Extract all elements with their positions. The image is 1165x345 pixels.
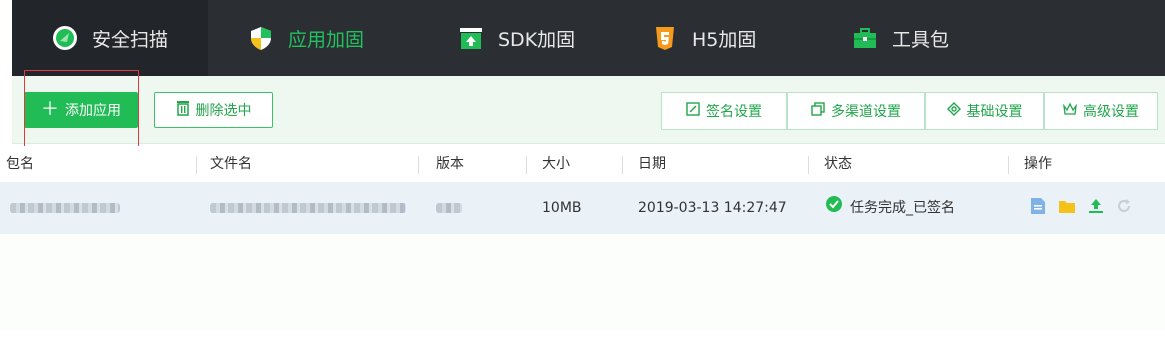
column-header-size[interactable]: 大小 <box>542 146 570 182</box>
tab-sdk-hardening[interactable]: SDK加固 <box>458 0 618 76</box>
table-header: 包名 文件名 版本 大小 日期 状态 操作 <box>0 146 1165 182</box>
date-cell: 2019-03-13 14:27:47 <box>638 200 787 216</box>
tab-security-scan[interactable]: 安全扫描 <box>12 0 208 76</box>
check-circle-icon <box>826 182 842 234</box>
toolbox-icon <box>852 25 878 51</box>
column-header-status[interactable]: 状态 <box>824 146 852 182</box>
crown-icon <box>1063 102 1077 120</box>
column-header-actions: 操作 <box>1024 156 1052 172</box>
tab-toolkit[interactable]: 工具包 <box>852 0 1012 76</box>
tab-label: 工具包 <box>892 28 950 51</box>
tab-label: SDK加固 <box>498 28 576 51</box>
scan-shield-icon <box>52 25 78 51</box>
top-tab-bar: 安全扫描 应用加固 SDK加固 H5加固 工具包 <box>12 0 1165 76</box>
row-actions <box>1030 182 1132 234</box>
table-row[interactable]: 10MB 2019-03-13 14:27:47 任务完成_已签名 <box>0 182 1165 234</box>
column-header-package[interactable]: 包名 <box>6 146 34 182</box>
size-cell: 10MB <box>542 200 582 216</box>
copy-icon <box>811 102 825 120</box>
basic-settings-button[interactable]: 基础设置 <box>925 92 1044 130</box>
add-app-button[interactable]: ＋ 添加应用 <box>24 92 138 128</box>
multichannel-settings-button[interactable]: 多渠道设置 <box>787 92 925 130</box>
multichannel-settings-label: 多渠道设置 <box>831 104 901 120</box>
table-empty-area <box>0 234 1165 330</box>
tab-app-hardening[interactable]: 应用加固 <box>248 0 418 76</box>
plus-icon: ＋ <box>41 99 59 120</box>
tab-label: 安全扫描 <box>92 28 169 51</box>
settings-gem-icon <box>946 102 961 120</box>
refresh-icon[interactable] <box>1116 198 1132 218</box>
column-header-date[interactable]: 日期 <box>638 146 666 182</box>
column-divider <box>808 156 809 174</box>
column-divider <box>1008 156 1009 174</box>
upload-icon[interactable] <box>1088 198 1104 218</box>
delete-selected-button[interactable]: 删除选中 <box>154 92 273 128</box>
column-divider <box>196 156 197 174</box>
version-cell <box>436 182 462 234</box>
status-text: 任务完成_已签名 <box>850 200 955 216</box>
column-header-filename[interactable]: 文件名 <box>210 146 252 182</box>
tab-label: H5加固 <box>692 28 757 51</box>
folder-icon[interactable] <box>1058 198 1076 218</box>
signature-settings-label: 签名设置 <box>706 104 762 120</box>
signature-settings-button[interactable]: 签名设置 <box>661 92 787 130</box>
advanced-settings-label: 高级设置 <box>1083 104 1139 120</box>
delete-selected-label: 删除选中 <box>195 103 252 119</box>
trash-icon <box>176 100 190 120</box>
edit-icon <box>686 102 700 120</box>
add-app-label: 添加应用 <box>65 103 121 119</box>
tab-h5-hardening[interactable]: H5加固 <box>652 0 812 76</box>
filename-cell <box>210 182 406 234</box>
column-header-version[interactable]: 版本 <box>436 146 464 182</box>
column-divider <box>526 156 527 174</box>
advanced-settings-button[interactable]: 高级设置 <box>1044 92 1158 130</box>
column-divider <box>418 156 419 174</box>
html5-icon <box>652 25 678 51</box>
document-icon[interactable] <box>1030 197 1046 219</box>
column-divider <box>622 156 623 174</box>
upload-box-icon <box>458 25 484 51</box>
tab-label: 应用加固 <box>288 28 365 51</box>
shield-icon <box>248 25 274 51</box>
package-name-cell <box>10 182 120 234</box>
status-cell: 任务完成_已签名 <box>826 182 955 234</box>
basic-settings-label: 基础设置 <box>966 104 1023 120</box>
